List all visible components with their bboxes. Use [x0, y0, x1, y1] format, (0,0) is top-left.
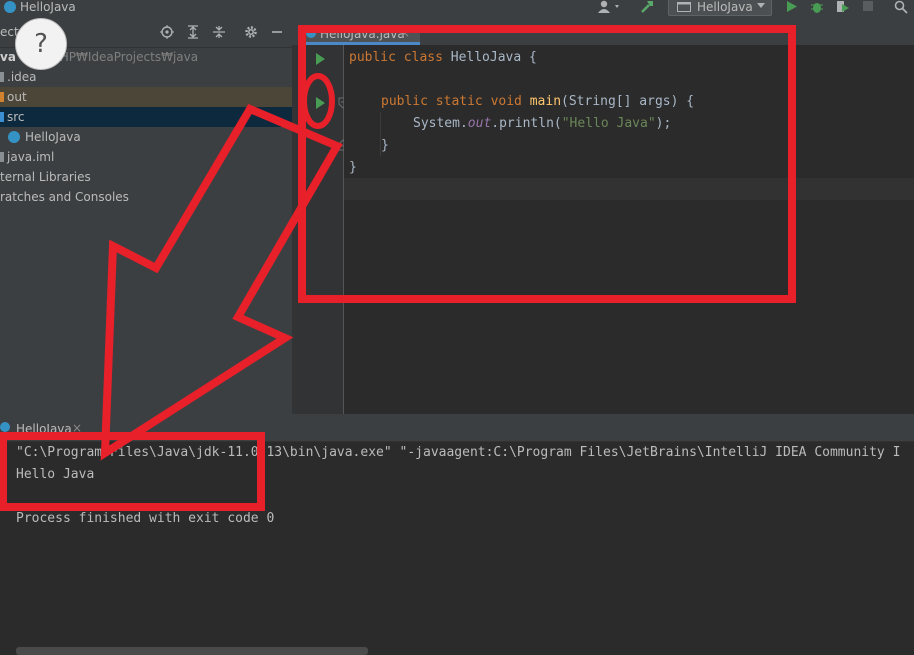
- c-class-icon: [306, 28, 316, 38]
- folder-icon: [0, 112, 4, 122]
- collapse-all-icon[interactable]: [212, 25, 226, 39]
- project-root-label: va: [0, 50, 16, 64]
- code-line-4: System.out.println("Hello Java");: [413, 113, 671, 135]
- tree-item-label: java.iml: [7, 150, 55, 164]
- tree-item-out[interactable]: out: [0, 87, 292, 107]
- run-tab-bar: HelloJava ×: [0, 414, 914, 442]
- c-class-icon: [4, 1, 16, 13]
- debug-icon[interactable]: [810, 0, 824, 14]
- stop-icon[interactable]: [862, 0, 874, 14]
- tree-item-src[interactable]: src: [0, 107, 292, 127]
- horizontal-scrollbar[interactable]: [16, 647, 368, 655]
- target-icon[interactable]: [160, 25, 174, 39]
- keyword: public class: [349, 50, 451, 65]
- class-name: HelloJava {: [450, 50, 537, 65]
- string-literal: "Hello Java": [561, 116, 656, 131]
- folder-icon: [0, 72, 4, 82]
- tree-item-label: out: [7, 90, 27, 104]
- code-line-1: public class HelloJava {: [349, 47, 537, 69]
- run-icon[interactable]: [786, 0, 798, 14]
- code-token: );: [655, 116, 672, 131]
- hammer-icon[interactable]: [640, 0, 656, 14]
- project-root-path: HP₩IdeaProjects₩java: [59, 50, 199, 64]
- code-line-6: }: [349, 160, 357, 175]
- keyword: public static void: [381, 94, 530, 109]
- editor-gutter: [292, 45, 348, 414]
- tree-item-label: ratches and Consoles: [0, 190, 129, 204]
- tree-item-label: .idea: [7, 70, 37, 84]
- run-config-select[interactable]: HelloJava: [668, 0, 772, 16]
- current-line-highlight: [344, 178, 914, 200]
- help-button[interactable]: ?: [15, 18, 67, 70]
- close-icon[interactable]: ×: [72, 421, 82, 435]
- gear-icon[interactable]: [244, 25, 258, 39]
- window-icon: [677, 2, 691, 12]
- code-token: .println(: [491, 116, 562, 131]
- tree-item-idea[interactable]: .idea: [0, 67, 292, 87]
- tree-item-hellojava[interactable]: HelloJava: [0, 127, 292, 147]
- search-icon[interactable]: [894, 0, 908, 14]
- tree-item-external-libraries[interactable]: ternal Libraries: [0, 167, 292, 187]
- folder-icon: [0, 92, 4, 102]
- tree-item-label: src: [7, 110, 25, 124]
- code-token: System.: [413, 116, 468, 131]
- code-token: out: [467, 116, 492, 131]
- minimize-icon[interactable]: [270, 25, 284, 39]
- run-config-label: HelloJava: [697, 0, 753, 14]
- tab-label: HelloJava.java: [320, 27, 405, 41]
- file-icon: [0, 152, 4, 162]
- tree-item-label: ternal Libraries: [0, 170, 91, 184]
- title-bar: HelloJava HelloJava: [0, 0, 914, 17]
- expand-all-icon[interactable]: [186, 25, 200, 39]
- console-output-line: Hello Java: [16, 467, 95, 482]
- tree-item-label: HelloJava: [25, 130, 81, 144]
- window-title: HelloJava: [20, 0, 76, 14]
- c-class-icon: [0, 422, 10, 432]
- code-line-3: public static void main(String[] args) {: [381, 91, 694, 113]
- coverage-icon[interactable]: [836, 0, 850, 14]
- chevron-down-icon: [757, 3, 765, 8]
- console-exit-line: Process finished with exit code 0: [16, 511, 275, 526]
- run-tab-label[interactable]: HelloJava: [16, 422, 72, 436]
- close-icon[interactable]: ×: [400, 26, 410, 40]
- console-command-line: "C:\Program Files\Java\jdk-11.0.13\bin\j…: [16, 445, 901, 460]
- tree-item-scratches[interactable]: ratches and Consoles: [0, 187, 292, 207]
- method-name: main: [529, 94, 562, 109]
- c-class-icon: [8, 131, 20, 143]
- code-line-5: }: [381, 138, 389, 153]
- run-gutter-icon[interactable]: [316, 53, 325, 65]
- tree-item-java-iml[interactable]: java.iml: [0, 147, 292, 167]
- user-icon[interactable]: [598, 0, 624, 14]
- run-gutter-icon[interactable]: [316, 97, 325, 109]
- tab-hellojava-java[interactable]: HelloJava.java ×: [302, 25, 420, 45]
- params: (String[] args) {: [561, 94, 695, 109]
